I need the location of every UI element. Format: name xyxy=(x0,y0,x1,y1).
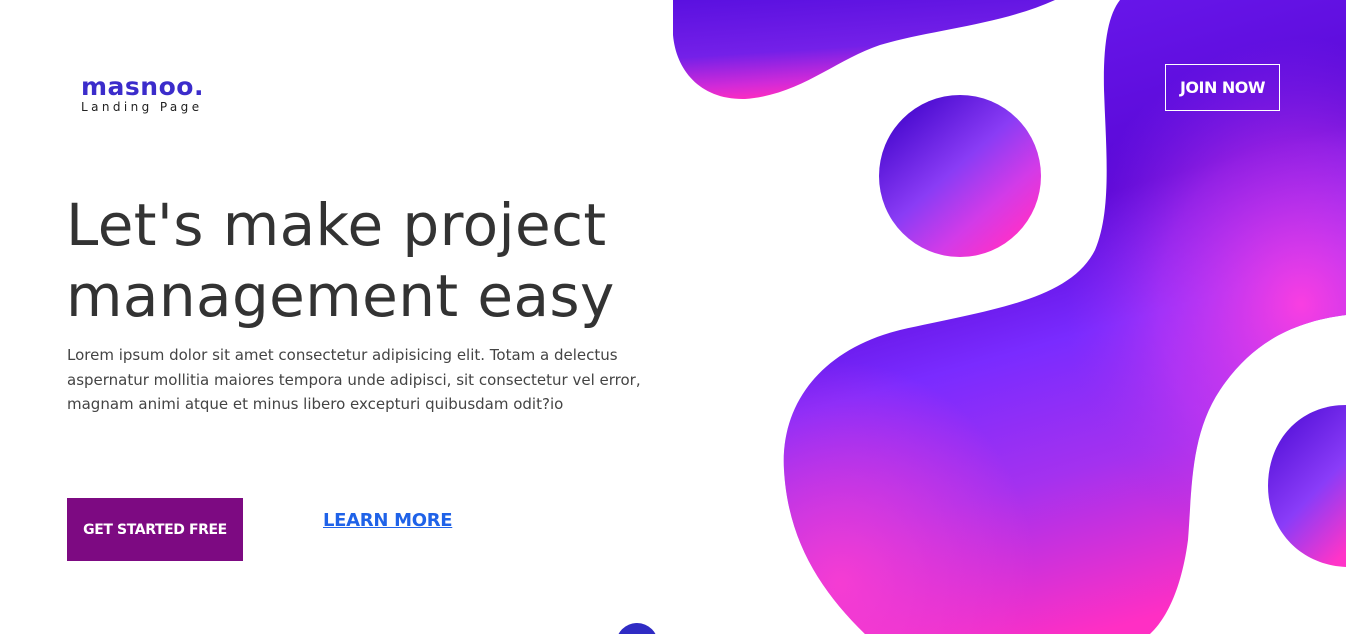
hero-title: Let's make project management easy xyxy=(66,190,706,332)
landing-page: masnoo. Landing Page JOIN NOW Let's make… xyxy=(0,0,1346,634)
brand-name: masnoo. xyxy=(81,72,204,101)
get-started-free-button[interactable]: GET STARTED FREE xyxy=(67,498,243,561)
join-now-button[interactable]: JOIN NOW xyxy=(1165,64,1280,111)
hero-title-line-2: management easy xyxy=(66,262,615,330)
learn-more-link[interactable]: LEARN MORE xyxy=(323,510,453,531)
hero-description: Lorem ipsum dolor sit amet consectetur a… xyxy=(67,346,641,413)
hero-title-line-1: Let's make project xyxy=(66,191,607,259)
brand-tagline: Landing Page xyxy=(81,100,203,114)
brand-logo[interactable]: masnoo. Landing Page xyxy=(81,74,204,113)
